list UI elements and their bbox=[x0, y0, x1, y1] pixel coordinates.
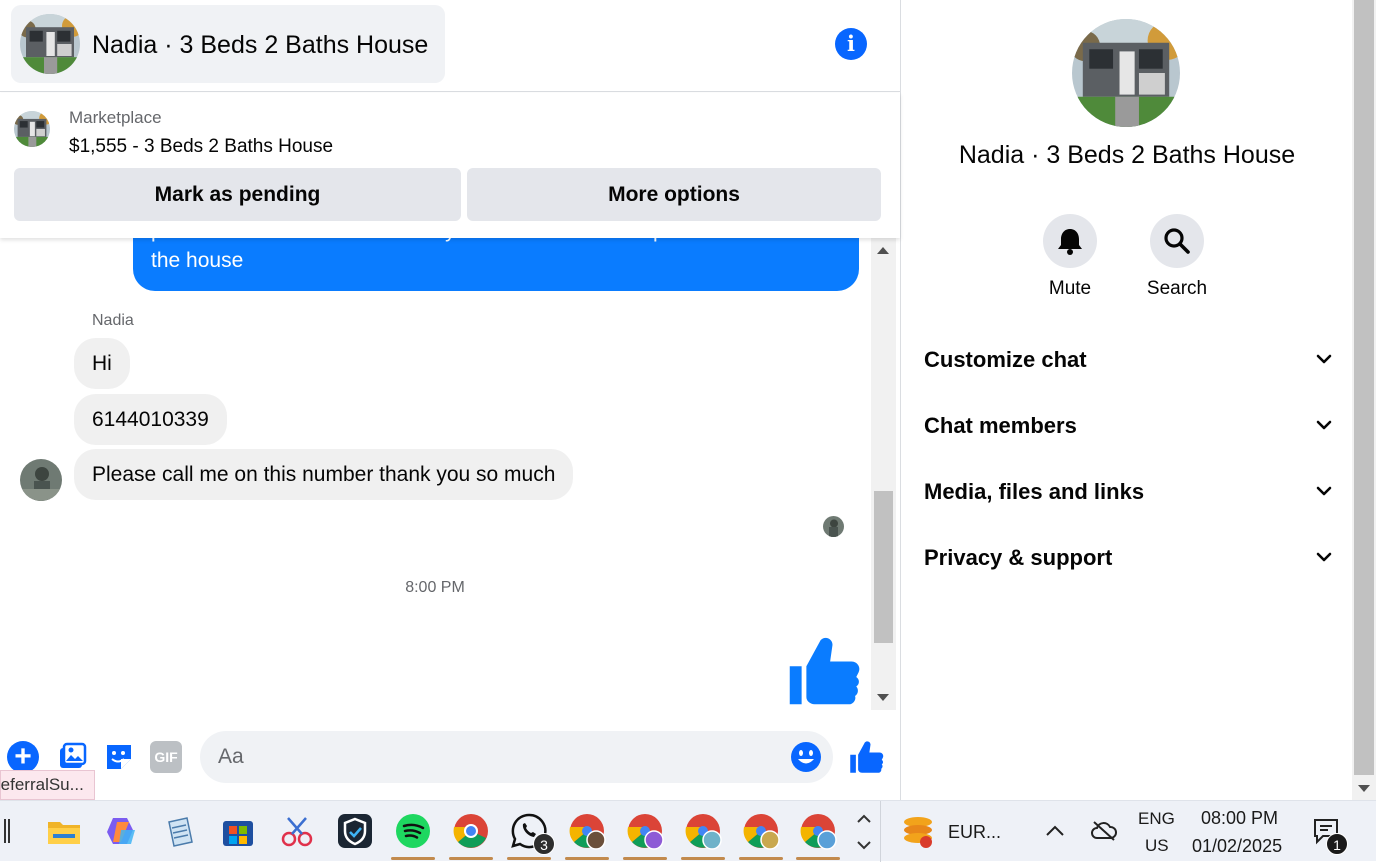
more-options-button[interactable]: More options bbox=[467, 168, 881, 221]
panel-avatar[interactable] bbox=[1072, 19, 1180, 127]
snipping-tool-icon[interactable] bbox=[278, 812, 316, 850]
conversation-title-button[interactable]: Nadia · 3 Beds 2 Baths House bbox=[11, 5, 445, 83]
incoming-message: Hi bbox=[74, 338, 130, 389]
mark-as-pending-button[interactable]: Mark as pending bbox=[14, 168, 461, 221]
clock-time[interactable]: 08:00 PM bbox=[1201, 808, 1278, 829]
bell-icon bbox=[1043, 214, 1097, 268]
message-list: personal number so I can send you detail… bbox=[0, 238, 870, 710]
listing-title[interactable]: $1,555 - 3 Beds 2 Baths House bbox=[69, 136, 333, 158]
message-input-placeholder: Aa bbox=[218, 745, 244, 768]
conversation-title: Nadia · 3 Beds 2 Baths House bbox=[92, 31, 429, 59]
section-label: Customize chat bbox=[924, 347, 1087, 372]
running-indicator bbox=[391, 857, 435, 860]
running-indicator bbox=[449, 857, 493, 860]
media-files-links-section[interactable]: Media, files and links bbox=[924, 472, 1334, 512]
incoming-message: Please call me on this number thank you … bbox=[74, 449, 574, 500]
chrome-profile-icon[interactable] bbox=[626, 812, 664, 850]
scroll-thumb[interactable] bbox=[874, 491, 893, 643]
plus-icon[interactable]: + bbox=[7, 741, 39, 773]
file-explorer-icon[interactable] bbox=[45, 812, 83, 850]
section-label: Chat members bbox=[924, 413, 1077, 438]
running-indicator bbox=[739, 857, 783, 860]
sticker-icon[interactable] bbox=[103, 741, 135, 773]
gif-icon[interactable]: GIF bbox=[150, 741, 182, 773]
like-icon[interactable] bbox=[848, 739, 884, 775]
chat-column: Nadia · 3 Beds 2 Baths House i personal … bbox=[0, 0, 900, 800]
conversation-avatar bbox=[20, 14, 80, 74]
listing-thumbnail[interactable] bbox=[14, 111, 50, 147]
keyboard-layout-indicator[interactable]: US bbox=[1145, 836, 1169, 856]
sender-name: Nadia bbox=[92, 312, 134, 329]
message-timestamp: 8:00 PM bbox=[405, 579, 465, 596]
section-label: Privacy & support bbox=[924, 545, 1113, 570]
marketplace-banner: Marketplace $1,555 - 3 Beds 2 Baths Hous… bbox=[0, 93, 900, 238]
panel-conversation-name: Nadia · 3 Beds 2 Baths House bbox=[958, 141, 1296, 169]
chevron-down-icon bbox=[1314, 547, 1334, 567]
referral-tooltip-text: referralSu... bbox=[0, 775, 84, 794]
search-in-conversation-button[interactable]: Search bbox=[1132, 214, 1222, 300]
chrome-profile-icon[interactable] bbox=[684, 812, 722, 850]
currency-widget-label[interactable]: EUR... bbox=[948, 822, 1001, 843]
page-scrollbar[interactable] bbox=[1352, 0, 1376, 800]
chevron-down-icon bbox=[1314, 349, 1334, 369]
mute-button[interactable]: Mute bbox=[1025, 214, 1115, 300]
customize-chat-section[interactable]: Customize chat bbox=[924, 340, 1334, 380]
clock-date[interactable]: 01/02/2025 bbox=[1192, 836, 1282, 857]
emoji-icon[interactable] bbox=[790, 741, 822, 773]
search-label: Search bbox=[1146, 278, 1208, 299]
photo-icon[interactable] bbox=[56, 741, 88, 773]
message-input[interactable]: Aa bbox=[200, 731, 833, 783]
whatsapp-unread-badge: 3 bbox=[533, 833, 555, 855]
messages-scrollbar[interactable] bbox=[871, 238, 896, 710]
search-icon bbox=[1150, 214, 1204, 268]
page-scroll-thumb[interactable] bbox=[1354, 0, 1374, 775]
chat-header: Nadia · 3 Beds 2 Baths House i bbox=[0, 0, 900, 92]
chevron-down-icon bbox=[1314, 415, 1334, 435]
running-indicator bbox=[565, 857, 609, 860]
chat-members-section[interactable]: Chat members bbox=[924, 406, 1334, 446]
mute-label: Mute bbox=[1048, 278, 1092, 299]
windows-taskbar: 3 EUR... ENG US 08:00 PM 01/02/2025 1 bbox=[0, 800, 1376, 862]
chrome-profile-icon[interactable] bbox=[799, 812, 837, 850]
chevron-down-icon bbox=[1314, 481, 1334, 501]
seen-indicator-avatar bbox=[823, 516, 844, 537]
taskbar-divider bbox=[880, 801, 881, 862]
privacy-support-section[interactable]: Privacy & support bbox=[924, 538, 1334, 578]
chevron-up-icon[interactable] bbox=[1044, 821, 1066, 841]
conversation-info-panel: Nadia · 3 Beds 2 Baths House Mute Search… bbox=[900, 0, 1352, 800]
vpn-shield-icon[interactable] bbox=[336, 812, 374, 850]
spotify-icon[interactable] bbox=[394, 812, 432, 850]
marketplace-label: Marketplace bbox=[69, 108, 162, 127]
message-composer: + GIF Aa bbox=[0, 725, 900, 791]
section-label: Media, files and links bbox=[924, 479, 1145, 504]
task-view-icon[interactable] bbox=[4, 819, 10, 843]
scroll-up-arrow-icon[interactable] bbox=[877, 247, 889, 254]
running-indicator bbox=[681, 857, 725, 860]
sent-like-icon bbox=[785, 633, 861, 709]
chrome-icon[interactable] bbox=[452, 812, 490, 850]
currency-widget-icon[interactable] bbox=[900, 814, 936, 850]
chrome-profile-icon[interactable] bbox=[568, 812, 606, 850]
notification-count-badge: 1 bbox=[1326, 833, 1348, 855]
running-indicator bbox=[623, 857, 667, 860]
incoming-message: 6144010339 bbox=[74, 394, 227, 445]
scroll-down-arrow-icon[interactable] bbox=[877, 694, 889, 701]
referral-tooltip: referralSu... bbox=[0, 770, 95, 800]
copilot-icon[interactable] bbox=[103, 812, 141, 850]
info-icon[interactable]: i bbox=[835, 28, 867, 60]
chrome-profile-icon[interactable] bbox=[742, 812, 780, 850]
language-indicator[interactable]: ENG bbox=[1138, 809, 1175, 829]
running-indicator bbox=[507, 857, 551, 860]
outgoing-message: personal number so I can send you detail… bbox=[133, 238, 859, 291]
notepad-icon[interactable] bbox=[161, 812, 199, 850]
onedrive-offline-icon[interactable] bbox=[1090, 819, 1118, 843]
sender-avatar[interactable] bbox=[20, 459, 62, 501]
page-scroll-down-icon[interactable] bbox=[1358, 785, 1370, 792]
microsoft-store-icon[interactable] bbox=[219, 812, 257, 850]
taskbar-scroll-icon[interactable] bbox=[855, 809, 873, 855]
running-indicator bbox=[796, 857, 840, 860]
